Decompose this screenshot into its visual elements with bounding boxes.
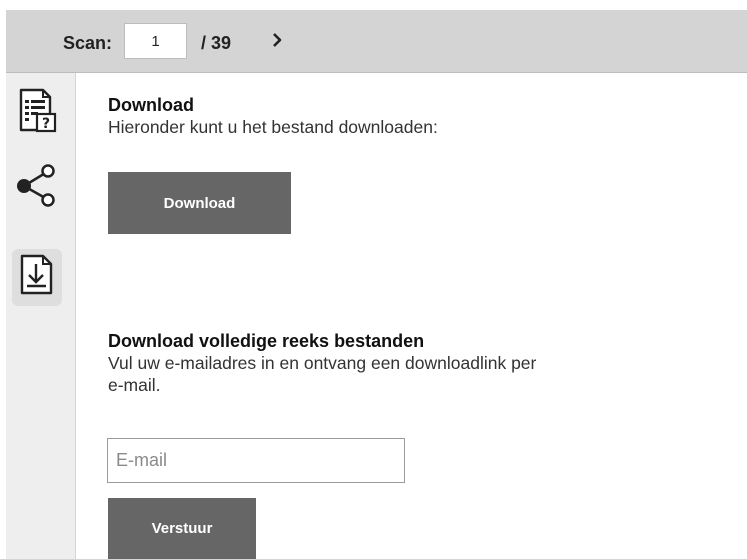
bulk-download-title: Download volledige reeks bestanden (108, 331, 425, 351)
bulk-download-section: Download volledige reeks bestanden Vul u… (108, 330, 728, 396)
next-page-button[interactable] (265, 30, 289, 54)
download-button[interactable]: Download (108, 172, 291, 234)
submit-button[interactable]: Verstuur (108, 498, 256, 559)
bulk-download-description-line2: e-mail. (108, 375, 161, 395)
toolbar: Scan: / 39 (6, 10, 747, 73)
download-title: Download (108, 95, 194, 115)
share-icon (16, 162, 58, 213)
sidebar-item-download[interactable] (12, 249, 62, 306)
bulk-download-description-line1: Vul uw e-mailadres in en ontvang een dow… (108, 353, 537, 373)
svg-text:?: ? (42, 116, 50, 132)
chevron-right-icon (270, 32, 284, 53)
download-description: Hieronder kunt u het bestand downloaden: (108, 117, 438, 137)
document-info-icon: ? (17, 87, 57, 138)
sidebar-item-share[interactable] (12, 161, 62, 213)
scan-label: Scan: (63, 33, 113, 53)
download-section: Download Hieronder kunt u het bestand do… (108, 94, 728, 138)
page-number-input[interactable] (124, 23, 187, 59)
page-total: / 39 (201, 33, 232, 53)
sidebar: ? (6, 73, 76, 559)
email-input[interactable] (107, 438, 405, 483)
download-document-icon (18, 253, 56, 302)
sidebar-item-info[interactable]: ? (12, 86, 62, 138)
